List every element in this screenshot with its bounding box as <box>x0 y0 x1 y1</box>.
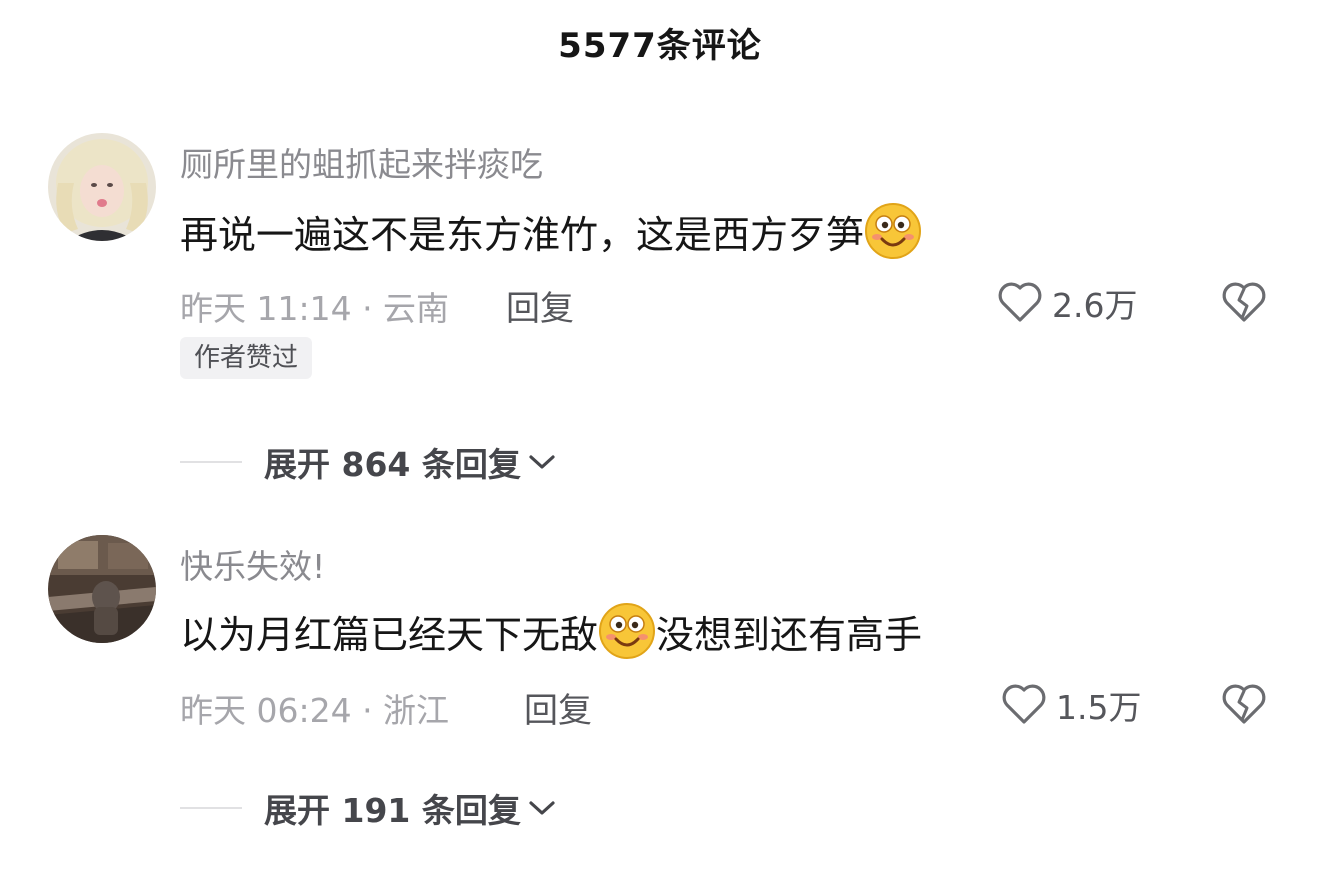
comment-text-part: 再说一遍这不是东方淮竹，这是西方歹笋 <box>180 212 865 257</box>
avatar[interactable] <box>48 535 156 643</box>
comment-time-location: 昨天 11:14 · 云南 <box>180 289 450 328</box>
grinning-face-emoji <box>598 602 656 660</box>
expand-replies-label: 展开 864 条回复 <box>264 445 521 484</box>
dislike-button[interactable] <box>1220 278 1268 328</box>
broken-heart-icon <box>1220 282 1268 328</box>
comment-time-location: 昨天 06:24 · 浙江 <box>180 691 450 730</box>
like-count: 1.5万 <box>1056 688 1142 727</box>
divider-line <box>180 807 242 809</box>
comment-text-part: 没想到还有高手 <box>656 612 923 657</box>
dislike-button[interactable] <box>1220 680 1268 730</box>
expand-replies-button[interactable]: 展开 191 条回复 <box>180 784 557 832</box>
like-count: 2.6万 <box>1052 286 1138 325</box>
author-liked-badge: 作者赞过 <box>180 337 313 379</box>
comment-text-part: 以为月红篇已经天下无敌 <box>180 612 599 657</box>
heart-outline-icon <box>996 278 1044 328</box>
comment-text: 再说一遍这不是东方淮竹，这是西方歹笋 <box>180 202 922 260</box>
comment-username[interactable]: 厕所里的蛆抓起来拌痰吃 <box>180 138 543 186</box>
like-button[interactable]: 2.6万 <box>996 278 1137 328</box>
like-button[interactable]: 1.5万 <box>1000 680 1141 730</box>
comment-username[interactable]: 快乐失效! <box>180 540 325 588</box>
chevron-down-icon <box>527 798 557 822</box>
page-title: 5577条评论 <box>558 26 762 66</box>
reply-button[interactable]: 回复 <box>506 281 574 330</box>
broken-heart-icon <box>1220 684 1268 730</box>
heart-outline-icon <box>1000 680 1048 730</box>
divider-line <box>180 461 242 463</box>
chevron-down-icon <box>527 452 557 476</box>
reply-button[interactable]: 回复 <box>524 683 592 732</box>
expand-replies-button[interactable]: 展开 864 条回复 <box>180 438 557 486</box>
expand-replies-label: 展开 191 条回复 <box>264 791 521 830</box>
comment-text: 以为月红篇已经天下无敌 没想到还有高手 <box>180 602 922 660</box>
grinning-face-emoji <box>864 202 922 260</box>
avatar[interactable] <box>48 133 156 241</box>
